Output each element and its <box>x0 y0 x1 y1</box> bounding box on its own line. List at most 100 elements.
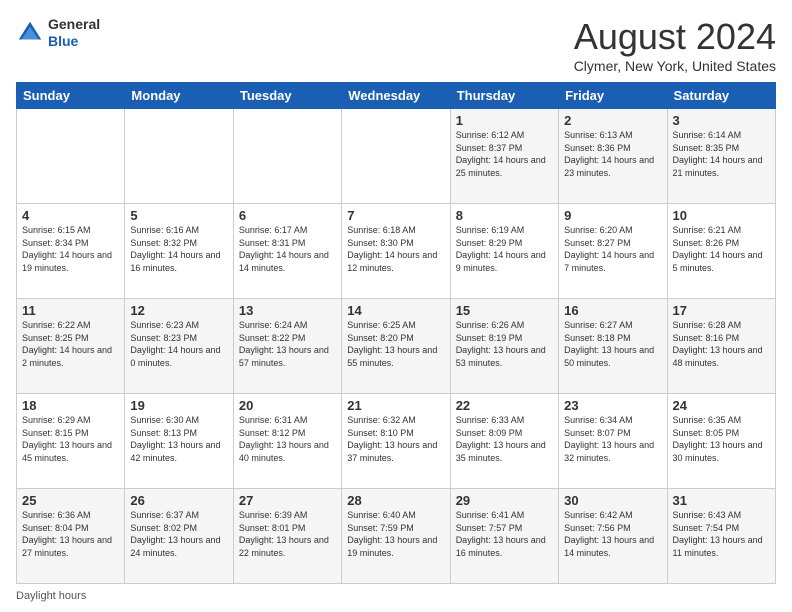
day-number: 11 <box>22 303 119 318</box>
calendar-cell: 27Sunrise: 6:39 AM Sunset: 8:01 PM Dayli… <box>233 489 341 584</box>
calendar-cell <box>125 109 233 204</box>
day-number: 5 <box>130 208 227 223</box>
day-number: 17 <box>673 303 770 318</box>
day-number: 9 <box>564 208 661 223</box>
calendar-cell: 23Sunrise: 6:34 AM Sunset: 8:07 PM Dayli… <box>559 394 667 489</box>
calendar-cell: 30Sunrise: 6:42 AM Sunset: 7:56 PM Dayli… <box>559 489 667 584</box>
day-number: 8 <box>456 208 553 223</box>
title-block: August 2024 Clymer, New York, United Sta… <box>574 16 776 74</box>
day-number: 1 <box>456 113 553 128</box>
footer: Daylight hours <box>16 590 776 602</box>
day-number: 13 <box>239 303 336 318</box>
col-header-monday: Monday <box>125 83 233 109</box>
calendar-cell: 12Sunrise: 6:23 AM Sunset: 8:23 PM Dayli… <box>125 299 233 394</box>
col-header-wednesday: Wednesday <box>342 83 450 109</box>
col-header-sunday: Sunday <box>17 83 125 109</box>
day-number: 4 <box>22 208 119 223</box>
day-info: Sunrise: 6:42 AM Sunset: 7:56 PM Dayligh… <box>564 509 661 559</box>
day-info: Sunrise: 6:37 AM Sunset: 8:02 PM Dayligh… <box>130 509 227 559</box>
day-info: Sunrise: 6:27 AM Sunset: 8:18 PM Dayligh… <box>564 319 661 369</box>
calendar-cell: 2Sunrise: 6:13 AM Sunset: 8:36 PM Daylig… <box>559 109 667 204</box>
calendar-cell: 24Sunrise: 6:35 AM Sunset: 8:05 PM Dayli… <box>667 394 775 489</box>
calendar-cell: 25Sunrise: 6:36 AM Sunset: 8:04 PM Dayli… <box>17 489 125 584</box>
calendar-cell: 26Sunrise: 6:37 AM Sunset: 8:02 PM Dayli… <box>125 489 233 584</box>
calendar-cell: 22Sunrise: 6:33 AM Sunset: 8:09 PM Dayli… <box>450 394 558 489</box>
day-info: Sunrise: 6:16 AM Sunset: 8:32 PM Dayligh… <box>130 224 227 274</box>
day-number: 29 <box>456 493 553 508</box>
col-header-tuesday: Tuesday <box>233 83 341 109</box>
day-info: Sunrise: 6:35 AM Sunset: 8:05 PM Dayligh… <box>673 414 770 464</box>
calendar-cell: 14Sunrise: 6:25 AM Sunset: 8:20 PM Dayli… <box>342 299 450 394</box>
day-info: Sunrise: 6:19 AM Sunset: 8:29 PM Dayligh… <box>456 224 553 274</box>
day-info: Sunrise: 6:39 AM Sunset: 8:01 PM Dayligh… <box>239 509 336 559</box>
header: General Blue August 2024 Clymer, New Yor… <box>16 16 776 74</box>
calendar-cell <box>233 109 341 204</box>
day-number: 22 <box>456 398 553 413</box>
day-info: Sunrise: 6:25 AM Sunset: 8:20 PM Dayligh… <box>347 319 444 369</box>
day-number: 16 <box>564 303 661 318</box>
logo-icon <box>16 19 44 47</box>
calendar-cell: 13Sunrise: 6:24 AM Sunset: 8:22 PM Dayli… <box>233 299 341 394</box>
calendar-cell: 11Sunrise: 6:22 AM Sunset: 8:25 PM Dayli… <box>17 299 125 394</box>
day-number: 12 <box>130 303 227 318</box>
day-number: 24 <box>673 398 770 413</box>
day-number: 14 <box>347 303 444 318</box>
calendar-cell: 3Sunrise: 6:14 AM Sunset: 8:35 PM Daylig… <box>667 109 775 204</box>
day-info: Sunrise: 6:31 AM Sunset: 8:12 PM Dayligh… <box>239 414 336 464</box>
calendar-cell: 28Sunrise: 6:40 AM Sunset: 7:59 PM Dayli… <box>342 489 450 584</box>
day-info: Sunrise: 6:21 AM Sunset: 8:26 PM Dayligh… <box>673 224 770 274</box>
day-number: 25 <box>22 493 119 508</box>
logo-text: General Blue <box>48 16 100 50</box>
day-number: 18 <box>22 398 119 413</box>
day-number: 30 <box>564 493 661 508</box>
calendar-cell: 20Sunrise: 6:31 AM Sunset: 8:12 PM Dayli… <box>233 394 341 489</box>
header-row: SundayMondayTuesdayWednesdayThursdayFrid… <box>17 83 776 109</box>
calendar-cell: 10Sunrise: 6:21 AM Sunset: 8:26 PM Dayli… <box>667 204 775 299</box>
day-info: Sunrise: 6:22 AM Sunset: 8:25 PM Dayligh… <box>22 319 119 369</box>
week-row: 25Sunrise: 6:36 AM Sunset: 8:04 PM Dayli… <box>17 489 776 584</box>
day-info: Sunrise: 6:13 AM Sunset: 8:36 PM Dayligh… <box>564 129 661 179</box>
day-number: 31 <box>673 493 770 508</box>
calendar-cell: 4Sunrise: 6:15 AM Sunset: 8:34 PM Daylig… <box>17 204 125 299</box>
calendar-cell: 8Sunrise: 6:19 AM Sunset: 8:29 PM Daylig… <box>450 204 558 299</box>
day-info: Sunrise: 6:14 AM Sunset: 8:35 PM Dayligh… <box>673 129 770 179</box>
day-number: 6 <box>239 208 336 223</box>
day-info: Sunrise: 6:41 AM Sunset: 7:57 PM Dayligh… <box>456 509 553 559</box>
day-number: 3 <box>673 113 770 128</box>
month-title: August 2024 <box>574 16 776 58</box>
calendar-cell: 18Sunrise: 6:29 AM Sunset: 8:15 PM Dayli… <box>17 394 125 489</box>
day-info: Sunrise: 6:12 AM Sunset: 8:37 PM Dayligh… <box>456 129 553 179</box>
logo-blue: Blue <box>48 33 100 50</box>
calendar-cell: 17Sunrise: 6:28 AM Sunset: 8:16 PM Dayli… <box>667 299 775 394</box>
calendar-cell <box>342 109 450 204</box>
col-header-thursday: Thursday <box>450 83 558 109</box>
day-info: Sunrise: 6:40 AM Sunset: 7:59 PM Dayligh… <box>347 509 444 559</box>
calendar-cell: 29Sunrise: 6:41 AM Sunset: 7:57 PM Dayli… <box>450 489 558 584</box>
day-info: Sunrise: 6:43 AM Sunset: 7:54 PM Dayligh… <box>673 509 770 559</box>
logo-general: General <box>48 16 100 33</box>
day-number: 28 <box>347 493 444 508</box>
col-header-saturday: Saturday <box>667 83 775 109</box>
calendar-cell: 21Sunrise: 6:32 AM Sunset: 8:10 PM Dayli… <box>342 394 450 489</box>
day-number: 7 <box>347 208 444 223</box>
day-number: 26 <box>130 493 227 508</box>
logo: General Blue <box>16 16 100 50</box>
day-number: 10 <box>673 208 770 223</box>
day-number: 21 <box>347 398 444 413</box>
week-row: 1Sunrise: 6:12 AM Sunset: 8:37 PM Daylig… <box>17 109 776 204</box>
day-info: Sunrise: 6:34 AM Sunset: 8:07 PM Dayligh… <box>564 414 661 464</box>
calendar-cell: 5Sunrise: 6:16 AM Sunset: 8:32 PM Daylig… <box>125 204 233 299</box>
day-number: 27 <box>239 493 336 508</box>
calendar-cell: 15Sunrise: 6:26 AM Sunset: 8:19 PM Dayli… <box>450 299 558 394</box>
day-info: Sunrise: 6:18 AM Sunset: 8:30 PM Dayligh… <box>347 224 444 274</box>
day-info: Sunrise: 6:28 AM Sunset: 8:16 PM Dayligh… <box>673 319 770 369</box>
week-row: 11Sunrise: 6:22 AM Sunset: 8:25 PM Dayli… <box>17 299 776 394</box>
day-number: 15 <box>456 303 553 318</box>
day-info: Sunrise: 6:29 AM Sunset: 8:15 PM Dayligh… <box>22 414 119 464</box>
calendar-cell: 1Sunrise: 6:12 AM Sunset: 8:37 PM Daylig… <box>450 109 558 204</box>
calendar-cell: 7Sunrise: 6:18 AM Sunset: 8:30 PM Daylig… <box>342 204 450 299</box>
day-info: Sunrise: 6:17 AM Sunset: 8:31 PM Dayligh… <box>239 224 336 274</box>
calendar-cell: 6Sunrise: 6:17 AM Sunset: 8:31 PM Daylig… <box>233 204 341 299</box>
day-number: 19 <box>130 398 227 413</box>
day-info: Sunrise: 6:20 AM Sunset: 8:27 PM Dayligh… <box>564 224 661 274</box>
